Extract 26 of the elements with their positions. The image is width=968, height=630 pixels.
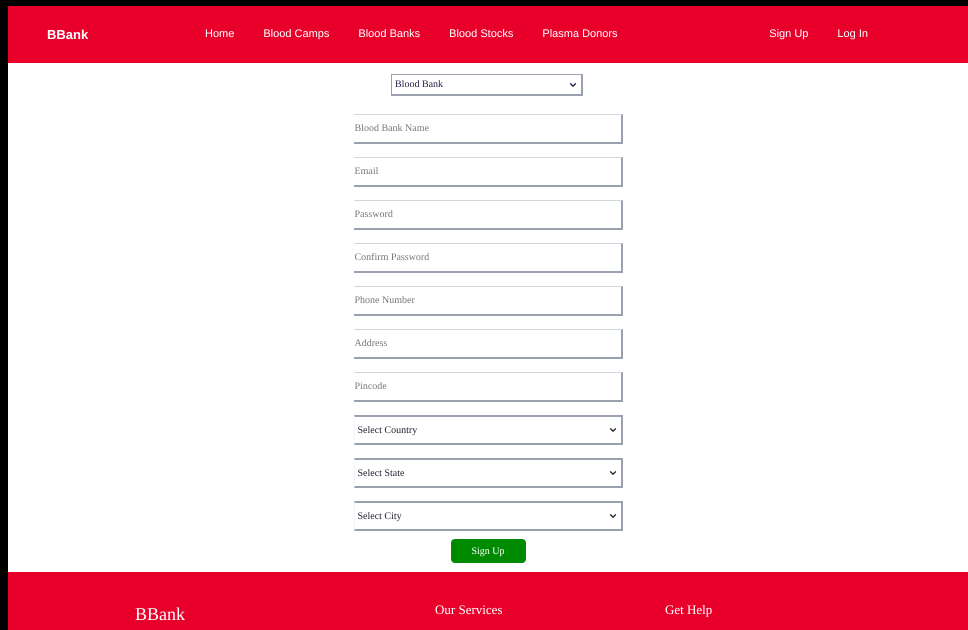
sign-up-button[interactable]: Sign Up bbox=[450, 539, 526, 563]
dropdown-field[interactable]: Select State bbox=[354, 458, 622, 488]
nav-link[interactable]: Home bbox=[205, 26, 234, 43]
nav-link[interactable]: Blood Stocks bbox=[449, 26, 514, 43]
footer-brand: BBank bbox=[135, 603, 186, 626]
input-field[interactable]: Blood Bank Name bbox=[354, 114, 622, 144]
chevron-icon bbox=[608, 511, 618, 521]
dropdown-field[interactable]: Select Country bbox=[354, 415, 622, 445]
nav-link[interactable]: Blood Camps bbox=[263, 26, 330, 43]
nav-link[interactable]: Blood Banks bbox=[358, 26, 420, 43]
input-field[interactable]: Confirm Password bbox=[354, 243, 622, 273]
input-field[interactable]: Pincode bbox=[354, 372, 622, 402]
chevron-icon bbox=[608, 468, 618, 478]
brand-logo[interactable]: BBank bbox=[47, 24, 167, 44]
input-field[interactable]: Password bbox=[354, 200, 622, 230]
account-type-dropdown[interactable]: Blood Bank bbox=[391, 74, 583, 96]
input-field[interactable]: Phone Number bbox=[354, 286, 622, 316]
dropdown-field[interactable]: Select City bbox=[354, 501, 622, 531]
footer-heading: Our Services bbox=[435, 601, 504, 619]
nav-link[interactable]: Log In bbox=[837, 26, 868, 43]
input-field[interactable]: Email bbox=[354, 157, 622, 187]
input-field[interactable]: Address bbox=[354, 329, 622, 359]
nav-link[interactable]: Sign Up bbox=[769, 26, 808, 43]
footer-heading: Get Help bbox=[665, 601, 714, 619]
nav-link[interactable]: Plasma Donors bbox=[542, 26, 618, 43]
chevron-icon bbox=[608, 425, 618, 435]
